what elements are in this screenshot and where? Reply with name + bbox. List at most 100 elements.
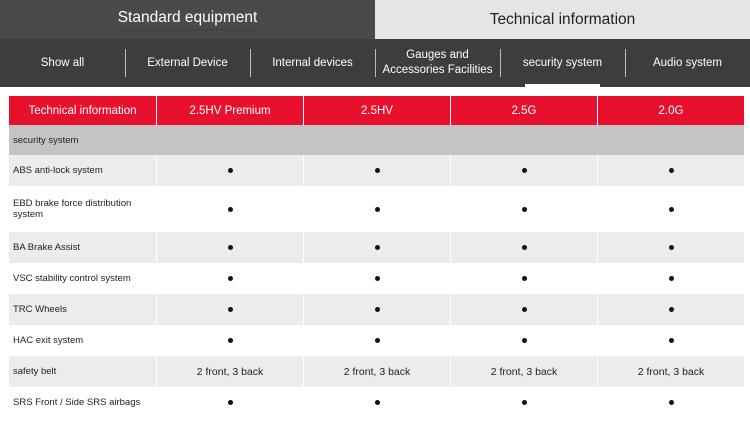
row-value: [304, 232, 450, 263]
row-value: 2 front, 3 back: [157, 356, 303, 387]
included-dot-icon: [227, 168, 233, 173]
table-row: VSC stability control system: [9, 263, 744, 294]
row-value: [451, 294, 597, 325]
row-value: [451, 232, 597, 263]
row-label: TRC Wheels: [9, 294, 156, 325]
included-dot-icon: [668, 168, 674, 173]
row-value: [157, 232, 303, 263]
row-value: [451, 325, 597, 356]
included-dot-icon: [521, 400, 527, 405]
nav-item-external-device[interactable]: External Device: [125, 39, 250, 87]
included-dot-icon: [227, 245, 233, 250]
row-value: [451, 155, 597, 186]
table-row: EBD brake force distribution system: [9, 186, 744, 232]
included-dot-icon: [668, 245, 674, 250]
top-tabs: Standard equipment Technical information: [0, 0, 750, 39]
nav-item-internal-devices[interactable]: Internal devices: [250, 39, 375, 87]
spec-table-container: Technical information 2.5HV Premium 2.5H…: [0, 87, 750, 418]
included-dot-icon: [227, 307, 233, 312]
row-value-text: 2 front, 3 back: [637, 365, 705, 378]
included-dot-icon: [374, 206, 380, 212]
row-label: VSC stability control system: [9, 263, 156, 294]
row-value: [304, 155, 450, 186]
row-value-text: 2 front, 3 back: [196, 365, 264, 378]
row-label: SRS Front / Side SRS airbags: [9, 387, 156, 418]
header-2-5hv: 2.5HV: [304, 96, 450, 125]
tab-standard-equipment-label: Standard equipment: [117, 9, 258, 31]
row-value: 2 front, 3 back: [451, 356, 597, 387]
table-row: TRC Wheels: [9, 294, 744, 325]
included-dot-icon: [521, 307, 527, 312]
row-label: safety belt: [9, 356, 156, 387]
row-label: ABS anti-lock system: [9, 155, 156, 186]
included-dot-icon: [227, 400, 233, 405]
included-dot-icon: [227, 276, 233, 281]
nav-item-audio-system[interactable]: Audio system: [625, 39, 750, 87]
row-value: [598, 294, 744, 325]
included-dot-icon: [374, 276, 380, 281]
row-value: [451, 186, 597, 232]
nav-item-show-all[interactable]: Show all: [0, 39, 125, 87]
spec-table: Technical information 2.5HV Premium 2.5H…: [8, 96, 745, 418]
category-nav: Show all External Device Internal device…: [0, 39, 750, 87]
tab-standard-equipment[interactable]: Standard equipment: [0, 0, 375, 39]
table-row: SRS Front / Side SRS airbags: [9, 387, 744, 418]
header-2-5hv-premium: 2.5HV Premium: [157, 96, 303, 125]
included-dot-icon: [374, 307, 380, 312]
included-dot-icon: [521, 245, 527, 250]
row-value: [157, 387, 303, 418]
row-value-text: 2 front, 3 back: [490, 365, 558, 378]
included-dot-icon: [374, 338, 380, 343]
row-value: [598, 186, 744, 232]
row-value: [598, 387, 744, 418]
row-value: [157, 186, 303, 232]
row-value: [157, 294, 303, 325]
included-dot-icon: [374, 245, 380, 250]
row-value: [598, 232, 744, 263]
row-value: [598, 155, 744, 186]
header-technical-information: Technical information: [9, 96, 156, 125]
tab-technical-information-label: Technical information: [489, 10, 636, 28]
row-value: [304, 325, 450, 356]
row-value: [304, 186, 450, 232]
included-dot-icon: [374, 168, 380, 173]
row-value: [304, 263, 450, 294]
row-value: [598, 263, 744, 294]
included-dot-icon: [668, 307, 674, 312]
row-label: HAC exit system: [9, 325, 156, 356]
row-value: [304, 294, 450, 325]
row-value: [157, 263, 303, 294]
row-value: [157, 155, 303, 186]
nav-item-gauges-accessories[interactable]: Gauges and Accessories Facilities: [375, 39, 500, 87]
section-row: security system: [9, 125, 744, 155]
table-body: security system ABS anti-lock system EBD …: [9, 125, 744, 418]
row-value: [451, 387, 597, 418]
row-label: BA Brake Assist: [9, 232, 156, 263]
header-2-0g: 2.0G: [598, 96, 744, 125]
included-dot-icon: [521, 276, 527, 281]
header-2-5g: 2.5G: [451, 96, 597, 125]
table-row: HAC exit system: [9, 325, 744, 356]
row-value: [304, 387, 450, 418]
table-row: ABS anti-lock system: [9, 155, 744, 186]
included-dot-icon: [668, 338, 674, 343]
table-row: BA Brake Assist: [9, 232, 744, 263]
included-dot-icon: [521, 338, 527, 343]
included-dot-icon: [668, 276, 674, 281]
included-dot-icon: [668, 206, 674, 212]
row-value: 2 front, 3 back: [304, 356, 450, 387]
table-header-row: Technical information 2.5HV Premium 2.5H…: [9, 96, 744, 125]
included-dot-icon: [521, 168, 527, 173]
included-dot-icon: [668, 400, 674, 405]
row-value: [598, 325, 744, 356]
tab-technical-information[interactable]: Technical information: [375, 0, 750, 39]
included-dot-icon: [521, 206, 527, 212]
included-dot-icon: [227, 338, 233, 343]
row-value: [157, 325, 303, 356]
included-dot-icon: [374, 400, 380, 405]
included-dot-icon: [227, 206, 233, 212]
row-label: EBD brake force distribution system: [9, 186, 156, 232]
row-value: 2 front, 3 back: [598, 356, 744, 387]
row-value: [451, 263, 597, 294]
nav-item-security-system[interactable]: security system: [500, 39, 625, 87]
